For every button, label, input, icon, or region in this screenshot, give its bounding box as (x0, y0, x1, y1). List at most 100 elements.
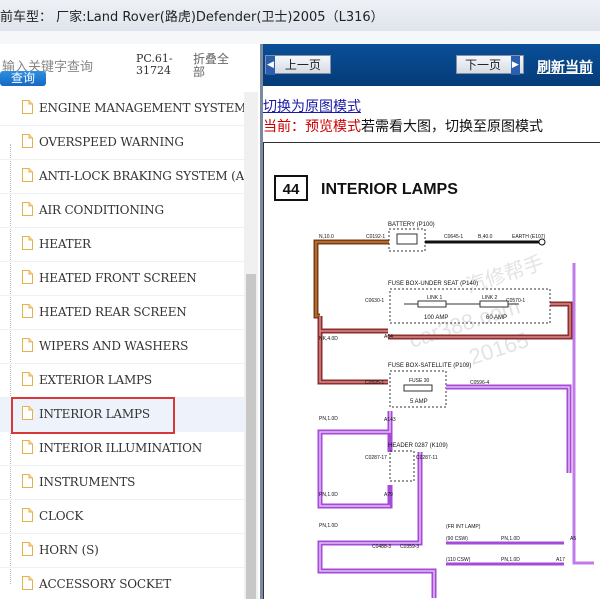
tree-item[interactable]: HEATED REAR SCREEN (0, 296, 244, 330)
document-icon (22, 236, 33, 250)
c0287-17-label: C0287-17 (365, 455, 387, 461)
tree-item[interactable]: HORN (S) (0, 534, 244, 568)
tree-item[interactable]: CLOCK (0, 500, 244, 534)
tree-item-label: HORN (S) (39, 543, 99, 557)
right-panel: ◀ 上一页 下一页 ▶ 刷新当前 切换为原图模式 当前：预览模式若需看大图，切换… (263, 44, 600, 599)
wiring-diagram-svg: 44 INTERIOR LAMPS 汽修帮手 car388.com 20165 … (274, 175, 594, 598)
tree-item[interactable]: HEATED FRONT SCREEN (0, 262, 244, 296)
collapse-all-link[interactable]: 折叠全部 (193, 53, 237, 79)
fr-int-lamp-label: (FR INT LAMP) (446, 524, 481, 530)
switch-original-mode-link[interactable]: 切换为原图模式 (263, 96, 361, 116)
a143-label: A143 (384, 417, 396, 423)
current-mode-label: 当前：预览模式 (263, 119, 361, 135)
tree-item[interactable]: HEATER (0, 228, 244, 262)
tree-item[interactable]: WIPERS AND WASHERS (0, 330, 244, 364)
fuse-seat-label: FUSE BOX-UNDER SEAT (P140) (388, 281, 478, 287)
fuse-sat-label: FUSE BOX-SATELLITE (P109) (388, 363, 471, 369)
left-panel: 输入关键字查询 查询 PC.61-31724 折叠全部 ENGINE MANAG… (0, 44, 262, 599)
tree-item[interactable]: ANTI-LOCK BRAKING SYSTEM (AB (0, 160, 244, 194)
tree-item-label: ACCESSORY SOCKET (39, 577, 172, 591)
pn10b-label: PN,1.0D (319, 492, 338, 498)
tree-item-label: HEATED FRONT SCREEN (39, 271, 197, 285)
csw110-label: (110 CSW) (446, 557, 471, 563)
tree-item[interactable]: EXTERIOR LAMPS (0, 364, 244, 398)
a64-label: A64 (384, 334, 393, 340)
c0488-label: C0488-3 (372, 544, 391, 550)
document-icon (22, 168, 33, 182)
fuse30-label: FUSE 30 (409, 378, 430, 384)
diagram-title: INTERIOR LAMPS (321, 181, 458, 198)
header-box (389, 450, 415, 482)
header-label: HEADER 0287 (K109) (388, 443, 448, 449)
tree-item[interactable]: ACCESSORY SOCKET (0, 568, 244, 599)
link1-label: LINK 1 (427, 295, 443, 301)
c0570-label: C0570-1 (506, 298, 525, 304)
document-icon (22, 270, 33, 284)
tree-item-label: OVERSPEED WARNING (39, 135, 184, 149)
tree-item[interactable]: AIR CONDITIONING (0, 194, 244, 228)
tree-item-label: HEATER (39, 237, 91, 251)
c0192-label: C0192-1 (366, 234, 385, 240)
arrow-left-icon: ◀ (266, 56, 275, 75)
tree-item[interactable]: INTERIOR ILLUMINATION (0, 432, 244, 466)
tree-item-label: AIR CONDITIONING (39, 203, 164, 217)
page-number: 44 (283, 181, 300, 198)
title-bar: 前车型： 厂家:Land Rover(路虎)Defender(卫士)2005（L… (0, 0, 600, 32)
current-mode-hint: 若需看大图，切换至原图模式 (361, 119, 543, 135)
brown-wire-inner (315, 241, 389, 317)
purple-wire-right (446, 384, 572, 473)
next-page-button[interactable]: 下一页 ▶ (456, 55, 524, 75)
prev-page-label: 上一页 (284, 58, 321, 72)
pn10a-label: PN,1.0D (319, 416, 338, 422)
a17-label: A17 (556, 557, 565, 563)
amp5-label: 5 AMP (410, 399, 428, 405)
earth-point-icon (538, 238, 546, 246)
purple-wire-edge (572, 263, 594, 565)
battery-label: BATTERY (P100) (388, 222, 435, 228)
amp60-label: 60 AMP (486, 315, 507, 321)
fuse30-icon (403, 384, 433, 392)
arrow-right-icon: ▶ (510, 56, 520, 75)
c0359-label: C0359-3 (400, 544, 419, 550)
tree-item-label: HEATED REAR SCREEN (39, 305, 187, 319)
document-icon (22, 100, 33, 114)
nav-bar: ◀ 上一页 下一页 ▶ 刷新当前 (263, 44, 600, 86)
tree-item-label: WIPERS AND WASHERS (39, 339, 189, 353)
tree-item[interactable]: INTERIOR LAMPS (0, 397, 244, 434)
watermark-line1: 汽修帮手 (463, 251, 546, 298)
pn10c-label: PN,1.0D (319, 523, 338, 529)
purple-wire-inner (319, 386, 570, 598)
document-icon (22, 576, 33, 590)
document-icon (22, 134, 33, 148)
document-icon (22, 372, 33, 386)
red-brown-wire-left (317, 316, 388, 385)
c0630-label: C0630-1 (365, 298, 384, 304)
document-icon (22, 304, 33, 318)
tree-item[interactable]: INSTRUMENTS (0, 466, 244, 500)
brown-wire (313, 239, 389, 319)
current-mode-line: 当前：预览模式若需看大图，切换至原图模式 (263, 116, 543, 136)
tree-item-label: ENGINE MANAGEMENT SYSTEM (39, 101, 244, 115)
tree-item[interactable]: ENGINE MANAGEMENT SYSTEM (0, 92, 244, 126)
watermark-line3: 20165 (466, 327, 532, 370)
n10-label: N,10.0 (319, 234, 334, 240)
prev-page-button[interactable]: ◀ 上一页 (265, 55, 331, 75)
selected-item-highlight (11, 397, 175, 434)
tree-item[interactable]: OVERSPEED WARNING (0, 126, 244, 160)
battery-box (388, 228, 426, 252)
fuse-link1-icon (417, 300, 447, 308)
c0595-label: C0595-1 (365, 380, 384, 386)
pn10d-label: PN,1.0D (501, 536, 520, 542)
category-tree: ENGINE MANAGEMENT SYSTEM OVERSPEED WARNIN… (0, 92, 244, 599)
tree-item-label: INTERIOR ILLUMINATION (39, 441, 203, 455)
csw90-label: (90 CSW) (446, 536, 468, 542)
battery-icon (396, 233, 418, 245)
refresh-current-link[interactable]: 刷新当前 (537, 57, 593, 77)
tree-scroll-thumb[interactable] (246, 274, 256, 599)
b40-label: B,40.0 (478, 234, 493, 240)
search-button[interactable]: 查询 (0, 71, 46, 86)
window-title: 前车型： 厂家:Land Rover(路虎)Defender(卫士)2005（L… (0, 10, 384, 25)
tree-item-label: ANTI-LOCK BRAKING SYSTEM (AB (39, 169, 244, 183)
search-row: 输入关键字查询 查询 PC.61-31724 折叠全部 (0, 44, 262, 92)
nk40-label: NK,4.0D (319, 336, 338, 342)
